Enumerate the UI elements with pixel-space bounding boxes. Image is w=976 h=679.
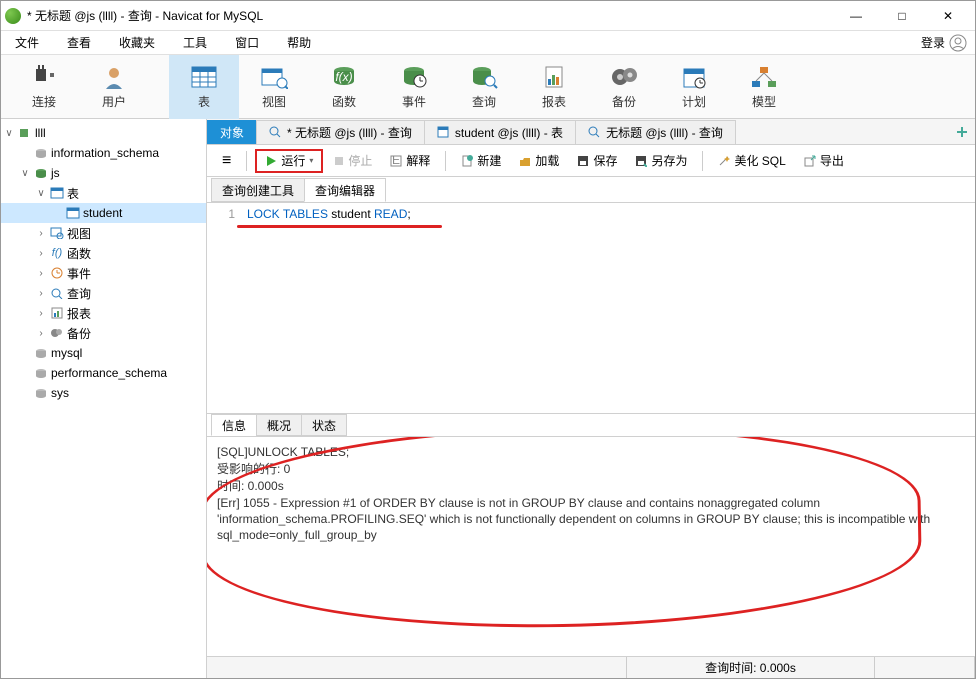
report-icon — [540, 65, 568, 89]
tree-db-mysql[interactable]: mysql — [1, 343, 206, 363]
outtab-info[interactable]: 信息 — [211, 414, 257, 436]
svg-text:E: E — [392, 155, 400, 167]
subtab-builder[interactable]: 查询创建工具 — [211, 178, 305, 202]
status-bar: 查询时间: 0.000s — [207, 656, 975, 678]
menu-file[interactable]: 文件 — [9, 32, 45, 53]
ribbon-backup[interactable]: 备份 — [589, 55, 659, 119]
document-tabs: 对象 * 无标题 @js (llll) - 查询 student @js (ll… — [207, 119, 975, 145]
wand-icon — [718, 155, 730, 167]
ribbon-user[interactable]: 用户 — [79, 55, 149, 119]
output-line: 时间: 0.000s — [217, 478, 965, 494]
ribbon-model[interactable]: 模型 — [729, 55, 799, 119]
status-query-time: 查询时间: 0.000s — [627, 657, 875, 678]
ribbon-query[interactable]: 查询 — [449, 55, 519, 119]
outtab-status[interactable]: 状态 — [301, 414, 347, 436]
output-error: [Err] 1055 - Expression #1 of ORDER BY c… — [217, 495, 965, 543]
ribbon-view[interactable]: 视图 — [239, 55, 309, 119]
event-icon — [400, 65, 428, 89]
output-line: [SQL]UNLOCK TABLES; — [217, 444, 965, 460]
play-icon — [265, 155, 277, 167]
export-button[interactable]: 导出 — [797, 149, 851, 173]
run-button[interactable]: 运行▾ — [255, 149, 323, 173]
toolbar-menu-button[interactable]: ≡ — [215, 149, 238, 173]
sql-editor[interactable]: 1 LOCK TABLES student READ; — [207, 203, 975, 413]
save-icon — [577, 155, 589, 167]
menu-favorites[interactable]: 收藏夹 — [113, 32, 161, 53]
tab-query-untitled[interactable]: * 无标题 @js (llll) - 查询 — [256, 120, 425, 144]
tab-objects[interactable]: 对象 — [207, 120, 257, 144]
ribbon-schedule[interactable]: 计划 — [659, 55, 729, 119]
tree-db-infoschema[interactable]: information_schema — [1, 143, 206, 163]
menu-help[interactable]: 帮助 — [281, 32, 317, 53]
save-button[interactable]: 保存 — [570, 149, 624, 173]
ribbon: 连接 用户 表 视图 f(x) 函数 事件 查询 报表 备份 计划 模型 — [1, 55, 975, 119]
tree-backups[interactable]: ›备份 — [1, 323, 206, 343]
titlebar: * 无标题 @js (llll) - 查询 - Navicat for MySQ… — [1, 1, 975, 31]
line-number: 1 — [215, 207, 235, 221]
plug-icon — [30, 65, 58, 89]
query-subtabs: 查询创建工具 查询编辑器 — [207, 177, 975, 203]
tree-db-sys[interactable]: sys — [1, 383, 206, 403]
tree-db-perfschema[interactable]: performance_schema — [1, 363, 206, 383]
saveas-button[interactable]: 另存为 — [628, 149, 694, 173]
new-tab-button[interactable] — [949, 120, 975, 144]
table-icon — [190, 65, 218, 89]
menubar: 文件 查看 收藏夹 工具 窗口 帮助 登录 — [1, 31, 975, 55]
tree-views[interactable]: ›视图 — [1, 223, 206, 243]
menu-tools[interactable]: 工具 — [177, 32, 213, 53]
explain-icon: E — [390, 155, 402, 167]
export-icon — [804, 155, 816, 167]
calendar-icon — [680, 65, 708, 89]
tree-db-js[interactable]: ∨js — [1, 163, 206, 183]
tree-reports[interactable]: ›报表 — [1, 303, 206, 323]
tree-tables[interactable]: ∨表 — [1, 183, 206, 203]
output-line: 受影响的行: 0 — [217, 461, 965, 477]
ribbon-event[interactable]: 事件 — [379, 55, 449, 119]
annotation-underline — [237, 225, 442, 228]
tab-table-student[interactable]: student @js (llll) - 表 — [424, 120, 576, 144]
stop-button[interactable]: 停止 — [327, 149, 379, 173]
ribbon-table[interactable]: 表 — [169, 55, 239, 119]
tree-events[interactable]: ›事件 — [1, 263, 206, 283]
outtab-profile[interactable]: 概况 — [256, 414, 302, 436]
maximize-button[interactable]: □ — [879, 1, 925, 31]
tree-queries[interactable]: ›查询 — [1, 283, 206, 303]
tab-query-untitled-2[interactable]: 无标题 @js (llll) - 查询 — [575, 120, 736, 144]
load-icon — [519, 155, 531, 167]
menu-view[interactable]: 查看 — [61, 32, 97, 53]
main-panel: 对象 * 无标题 @js (llll) - 查询 student @js (ll… — [207, 119, 975, 678]
user-circle-icon — [949, 34, 967, 52]
close-button[interactable]: ✕ — [925, 1, 971, 31]
model-icon — [750, 65, 778, 89]
login-button[interactable]: 登录 — [921, 34, 967, 52]
tree-connection[interactable]: ∨llll — [1, 123, 206, 143]
sidebar[interactable]: ∨llll information_schema ∨js ∨表 student … — [1, 119, 207, 678]
query-icon — [470, 65, 498, 89]
window-title: * 无标题 @js (llll) - 查询 - Navicat for MySQ… — [27, 7, 263, 24]
output-panel[interactable]: [SQL]UNLOCK TABLES; 受影响的行: 0 时间: 0.000s … — [207, 437, 975, 656]
load-button[interactable]: 加载 — [512, 149, 566, 173]
ribbon-connection[interactable]: 连接 — [9, 55, 79, 119]
app-icon — [5, 8, 21, 24]
new-button[interactable]: 新建 — [454, 149, 508, 173]
backup-icon — [610, 65, 638, 89]
stop-icon — [334, 156, 344, 166]
beautify-button[interactable]: 美化 SQL — [711, 149, 792, 173]
subtab-editor[interactable]: 查询编辑器 — [304, 178, 386, 202]
svg-text:f(x): f(x) — [335, 70, 352, 84]
saveas-icon — [635, 155, 647, 167]
user-icon — [100, 65, 128, 89]
view-icon — [260, 65, 288, 89]
function-icon: f(x) — [330, 65, 358, 89]
minimize-button[interactable]: — — [833, 1, 879, 31]
ribbon-report[interactable]: 报表 — [519, 55, 589, 119]
new-icon — [461, 155, 473, 167]
explain-button[interactable]: E解释 — [383, 149, 437, 173]
tree-table-student[interactable]: student — [1, 203, 206, 223]
ribbon-function[interactable]: f(x) 函数 — [309, 55, 379, 119]
output-tabs: 信息 概况 状态 — [207, 413, 975, 437]
query-toolbar: ≡ 运行▾ 停止 E解释 新建 加载 保存 另存为 美化 SQL 导出 — [207, 145, 975, 177]
menu-window[interactable]: 窗口 — [229, 32, 265, 53]
tree-functions[interactable]: ›f()函数 — [1, 243, 206, 263]
